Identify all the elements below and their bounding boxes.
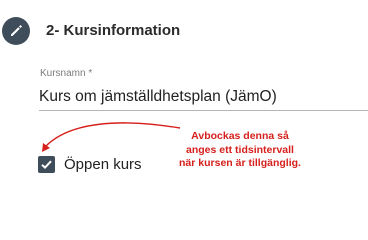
open-course-label[interactable]: Öppen kurs [64, 155, 142, 175]
annotation-note: Avbockas denna så anges ett tidsinterval… [179, 130, 301, 169]
course-name-input[interactable]: Kurs om jämställdhetsplan (JämO) [39, 87, 365, 107]
pencil-glyph [11, 25, 22, 36]
course-info-section: 2- Kursinformation Kursnamn * Kurs om jä… [0, 0, 368, 213]
open-course-checkbox[interactable] [38, 156, 55, 173]
course-name-underline [39, 110, 368, 111]
pencil-icon[interactable] [2, 17, 30, 45]
section-title: 2- Kursinformation [46, 22, 181, 39]
course-name-label: Kursnamn * [40, 68, 93, 79]
checkmark-icon [41, 160, 52, 170]
